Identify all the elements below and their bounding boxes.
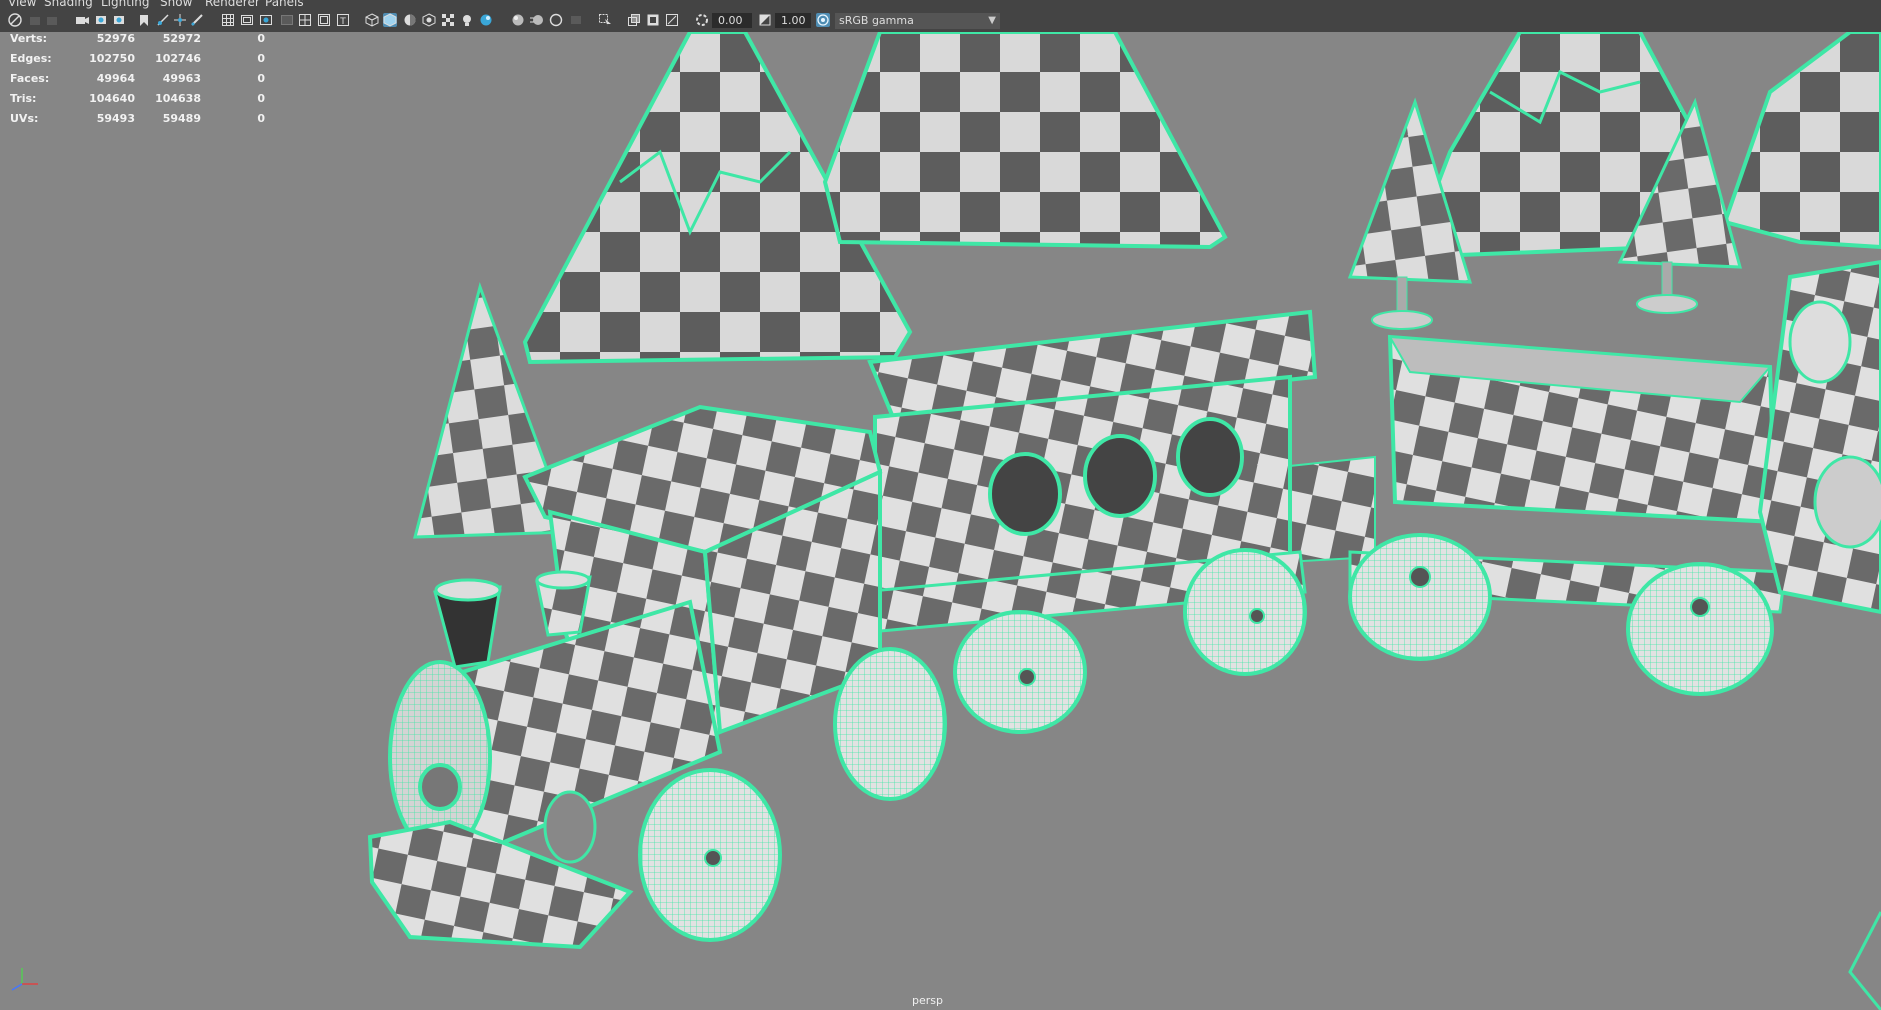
hud-value-triangulated: 0 (257, 112, 265, 125)
bookmark-icon[interactable] (137, 13, 151, 27)
bookmarks-icon[interactable] (95, 13, 109, 27)
panel-toolbar: T 0.00 1.00 sRGB gamma ▼ (0, 10, 1881, 32)
menu-bar: View Shading Lighting Show Renderer Pane… (0, 0, 1881, 10)
xray-joints-icon[interactable] (646, 13, 660, 27)
perspective-viewport[interactable]: Verts: 52976 52972 0 Edges: 102750 10274… (0, 32, 1881, 1010)
hud-value-triangulated: 0 (257, 72, 265, 85)
isolate-select-icon[interactable] (598, 13, 612, 27)
xray-icon[interactable] (627, 13, 641, 27)
hud-value-selected: 59489 (162, 112, 201, 125)
hud-label: Tris: (10, 92, 37, 105)
hud-value-selected: 102746 (155, 52, 201, 65)
chevron-down-icon: ▼ (988, 15, 996, 26)
color-management-icon[interactable] (816, 13, 830, 27)
pivot-icon[interactable] (173, 13, 187, 27)
motion-blur-icon[interactable] (530, 13, 544, 27)
mountain-center (822, 32, 1228, 250)
color-space-dropdown[interactable]: sRGB gamma ▼ (835, 13, 1000, 29)
grid-icon[interactable] (221, 13, 235, 27)
select-camera-icon[interactable] (8, 13, 22, 27)
hud-value-selected: 104638 (155, 92, 201, 105)
anti-aliasing-icon[interactable] (549, 13, 563, 27)
lights-icon[interactable] (460, 13, 474, 27)
hud-value-triangulated: 0 (257, 32, 265, 45)
hud-value-total: 59493 (96, 112, 135, 125)
gate-mask-icon[interactable] (280, 13, 294, 27)
pencil-icon[interactable] (190, 13, 204, 27)
smooth-shade-icon[interactable] (383, 13, 397, 27)
color-space-value: sRGB gamma (839, 14, 914, 27)
move-camera-icon[interactable] (156, 13, 170, 27)
image-plane-icon[interactable] (113, 13, 127, 27)
locomotive-right-partial (1757, 259, 1881, 1010)
menu-show[interactable]: Show (160, 0, 192, 9)
camera-icon[interactable] (75, 13, 89, 27)
train-connector (1278, 455, 1376, 564)
scene-view (367, 32, 1881, 1010)
hud-value-total: 102750 (89, 52, 135, 65)
gamma-icon[interactable] (758, 13, 772, 27)
camera-attributes-icon[interactable] (45, 13, 59, 27)
field-chart-icon[interactable] (298, 13, 312, 27)
menu-view[interactable]: View (8, 0, 36, 9)
menu-lighting[interactable]: Lighting (101, 0, 150, 9)
svg-text:T: T (339, 17, 346, 27)
screen-ambient-occlusion-icon[interactable] (511, 13, 525, 27)
menu-panels[interactable]: Panels (265, 0, 304, 9)
hud-value-triangulated: 0 (257, 52, 265, 65)
safe-action-icon[interactable] (317, 13, 331, 27)
hud-label: Faces: (10, 72, 50, 85)
wireframe-on-shaded-icon[interactable] (403, 13, 417, 27)
view-axis-icon (11, 968, 38, 991)
hud-value-total: 104640 (89, 92, 135, 105)
hud-label: Verts: (10, 32, 48, 45)
hud-value-selected: 49963 (162, 72, 201, 85)
menu-shading[interactable]: Shading (44, 0, 93, 9)
hud-label: Edges: (10, 52, 52, 65)
hud-value-selected: 52972 (162, 32, 201, 45)
camera-label: persp (912, 994, 943, 1007)
menu-renderer[interactable]: Renderer (205, 0, 260, 9)
checker-icon[interactable] (441, 13, 455, 27)
shadows-icon[interactable] (479, 13, 493, 27)
lock-camera-icon[interactable] (28, 13, 42, 27)
textured-icon[interactable] (422, 13, 436, 27)
hud-label: UVs: (10, 112, 39, 125)
backface-culling-icon[interactable] (665, 13, 679, 27)
hud-value-total: 49964 (96, 72, 135, 85)
depth-of-field-icon[interactable] (569, 13, 583, 27)
wireframe-icon[interactable] (365, 13, 379, 27)
exposure-icon[interactable] (695, 13, 709, 27)
safe-title-icon[interactable]: T (336, 13, 350, 27)
hud-value-total: 52976 (96, 32, 135, 45)
gamma-field[interactable]: 1.00 (775, 13, 811, 28)
exposure-field[interactable]: 0.00 (712, 13, 752, 28)
film-gate-icon[interactable] (240, 13, 254, 27)
hud-value-triangulated: 0 (257, 92, 265, 105)
resolution-gate-icon[interactable] (259, 13, 273, 27)
